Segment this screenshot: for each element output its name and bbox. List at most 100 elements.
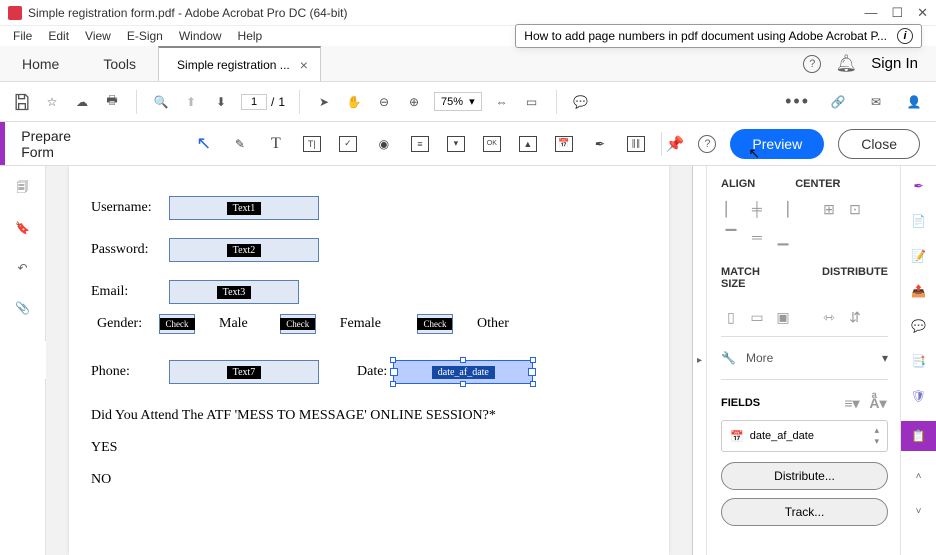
password-field[interactable]: Text2 — [169, 238, 319, 262]
text-tool-icon[interactable]: T — [265, 133, 287, 155]
menu-esign[interactable]: E-Sign — [120, 29, 170, 43]
sign-icon[interactable]: ✒ — [909, 176, 929, 196]
expand-up-icon[interactable]: ˄ — [909, 466, 929, 486]
page-total: 1 — [278, 95, 285, 109]
align-center-icon[interactable]: ╪ — [747, 200, 767, 218]
more-icon[interactable]: ••• — [785, 91, 810, 112]
fit-page-icon[interactable]: ▭ — [522, 92, 542, 112]
undo-icon[interactable]: ↶ — [13, 258, 33, 278]
match-both-icon[interactable]: ▣ — [773, 308, 793, 326]
export-pdf-icon[interactable]: 📤 — [909, 281, 929, 301]
window-title: Simple registration form.pdf - Adobe Acr… — [28, 6, 347, 20]
align-top-icon[interactable]: ▔ — [721, 228, 741, 246]
dist-v-icon[interactable]: ⇵ — [845, 308, 865, 326]
info-icon[interactable]: i — [897, 28, 913, 44]
menu-view[interactable]: View — [78, 29, 118, 43]
align-left-icon[interactable]: ▏ — [721, 200, 741, 218]
distribute-button[interactable]: Distribute... — [721, 462, 888, 490]
page-number-input[interactable] — [241, 94, 267, 110]
dropdown-tool-icon[interactable]: ▾ — [445, 133, 467, 155]
menu-help[interactable]: Help — [231, 29, 270, 43]
zoom-in-icon[interactable]: ⊕ — [404, 92, 424, 112]
date-field-selected[interactable]: date_af_date — [393, 360, 533, 384]
username-field[interactable]: Text1 — [169, 196, 319, 220]
other-checkbox[interactable]: Check — [417, 314, 453, 334]
comment-icon[interactable]: 💬 — [571, 92, 591, 112]
match-w-icon[interactable]: ▯ — [721, 308, 741, 326]
comment-tool-icon[interactable]: 💬 — [909, 316, 929, 336]
barcode-tool-icon[interactable]: ∥∥ — [625, 133, 647, 155]
align-bottom-icon[interactable]: ▁ — [773, 228, 793, 246]
male-checkbox[interactable]: Check — [159, 314, 195, 334]
preview-button[interactable]: Preview ↖ — [730, 129, 824, 159]
align-right-icon[interactable]: ▕ — [773, 200, 793, 218]
sign-in-button[interactable]: Sign In — [871, 55, 918, 72]
zoom-select[interactable]: 75%▾ — [434, 92, 482, 111]
email-field[interactable]: Text3 — [169, 280, 299, 304]
bell-icon[interactable]: 🔔︎ — [837, 55, 855, 73]
pointer-icon[interactable]: ➤ — [314, 92, 334, 112]
protect-icon[interactable]: 🛡 — [909, 386, 929, 406]
align-middle-icon[interactable]: ═ — [747, 228, 767, 246]
dist-h-icon[interactable]: ⇿ — [819, 308, 839, 326]
form-help-icon[interactable]: ? — [698, 135, 716, 153]
center-h-icon[interactable]: ⊞ — [819, 200, 839, 218]
star-icon[interactable]: ☆ — [42, 92, 62, 112]
link-icon[interactable]: 🔗 — [828, 92, 848, 112]
list-tool-icon[interactable]: ≡ — [409, 133, 431, 155]
button-tool-icon[interactable]: OK — [481, 133, 503, 155]
help-icon[interactable]: ? — [803, 55, 821, 73]
close-button[interactable]: Close — [838, 129, 920, 159]
print-icon[interactable]: 🖶 — [102, 92, 122, 112]
tab-document[interactable]: Simple registration ... × — [158, 46, 321, 81]
tab-tools[interactable]: Tools — [81, 46, 158, 81]
az-icon[interactable]: Aͣ▾ — [868, 394, 888, 412]
account-icon[interactable]: 👤 — [904, 92, 924, 112]
close-tab-icon[interactable]: × — [300, 57, 308, 73]
expand-down-icon[interactable]: ˅ — [909, 501, 929, 521]
cloud-icon[interactable]: ☁ — [72, 92, 92, 112]
signature-tool-icon[interactable]: ✒ — [589, 133, 611, 155]
select-tool-icon[interactable]: ↖ — [193, 133, 215, 155]
image-tool-icon[interactable]: ▲ — [517, 133, 539, 155]
attachment-icon[interactable]: 📎 — [13, 298, 33, 318]
maximize-button[interactable]: ☐ — [891, 5, 903, 21]
match-h-icon[interactable]: ▭ — [747, 308, 767, 326]
thumbnails-icon[interactable]: 🗐 — [13, 178, 33, 198]
hand-icon[interactable]: ✋ — [344, 92, 364, 112]
sort-icon[interactable]: ≡▾ — [842, 394, 862, 412]
menu-window[interactable]: Window — [172, 29, 229, 43]
zoom-out-icon[interactable]: ⊖ — [374, 92, 394, 112]
textfield-tool-icon[interactable]: T| — [301, 133, 323, 155]
date-tool-icon[interactable]: 📅 — [553, 133, 575, 155]
page-up-icon[interactable]: ⬆ — [181, 92, 201, 112]
mail-icon[interactable]: ✉ — [866, 92, 886, 112]
field-item-caret-icon[interactable]: ▴▾ — [874, 425, 879, 447]
create-pdf-icon[interactable]: 📄 — [909, 211, 929, 231]
track-button[interactable]: Track... — [721, 498, 888, 526]
checkbox-tool-icon[interactable]: ✓ — [337, 133, 359, 155]
field-list-item[interactable]: 📅 date_af_date ▴▾ — [721, 420, 888, 452]
magnify-icon[interactable]: 🔍 — [151, 92, 171, 112]
organize-icon[interactable]: 📑 — [909, 351, 929, 371]
fit-width-icon[interactable]: ⇔ — [492, 92, 512, 112]
menu-edit[interactable]: Edit — [41, 29, 76, 43]
pin-icon[interactable]: 📌 — [666, 135, 685, 153]
phone-field[interactable]: Text7 — [169, 360, 319, 384]
more-button[interactable]: 🔧 More ▾ — [721, 351, 888, 365]
save-icon[interactable] — [12, 92, 32, 112]
collapse-right-button[interactable]: ▸ — [692, 166, 706, 555]
prepare-form-tool-active[interactable]: 📋 — [901, 421, 936, 451]
tab-home[interactable]: Home — [0, 46, 81, 81]
center-v-icon[interactable]: ⊡ — [845, 200, 865, 218]
menu-file[interactable]: File — [6, 29, 39, 43]
radio-tool-icon[interactable]: ◉ — [373, 133, 395, 155]
minimize-button[interactable]: — — [864, 5, 877, 21]
edit-pdf-icon[interactable]: 📝 — [909, 246, 929, 266]
page-down-icon[interactable]: ⬇ — [211, 92, 231, 112]
female-checkbox[interactable]: Check — [280, 314, 316, 334]
pdf-page[interactable]: Username: Text1 Password: Text2 Email: T… — [69, 166, 669, 555]
bookmark-icon[interactable]: 🔖 — [13, 218, 33, 238]
edit-tool-icon[interactable]: ✎ — [229, 133, 251, 155]
close-window-button[interactable]: ✕ — [917, 5, 928, 21]
